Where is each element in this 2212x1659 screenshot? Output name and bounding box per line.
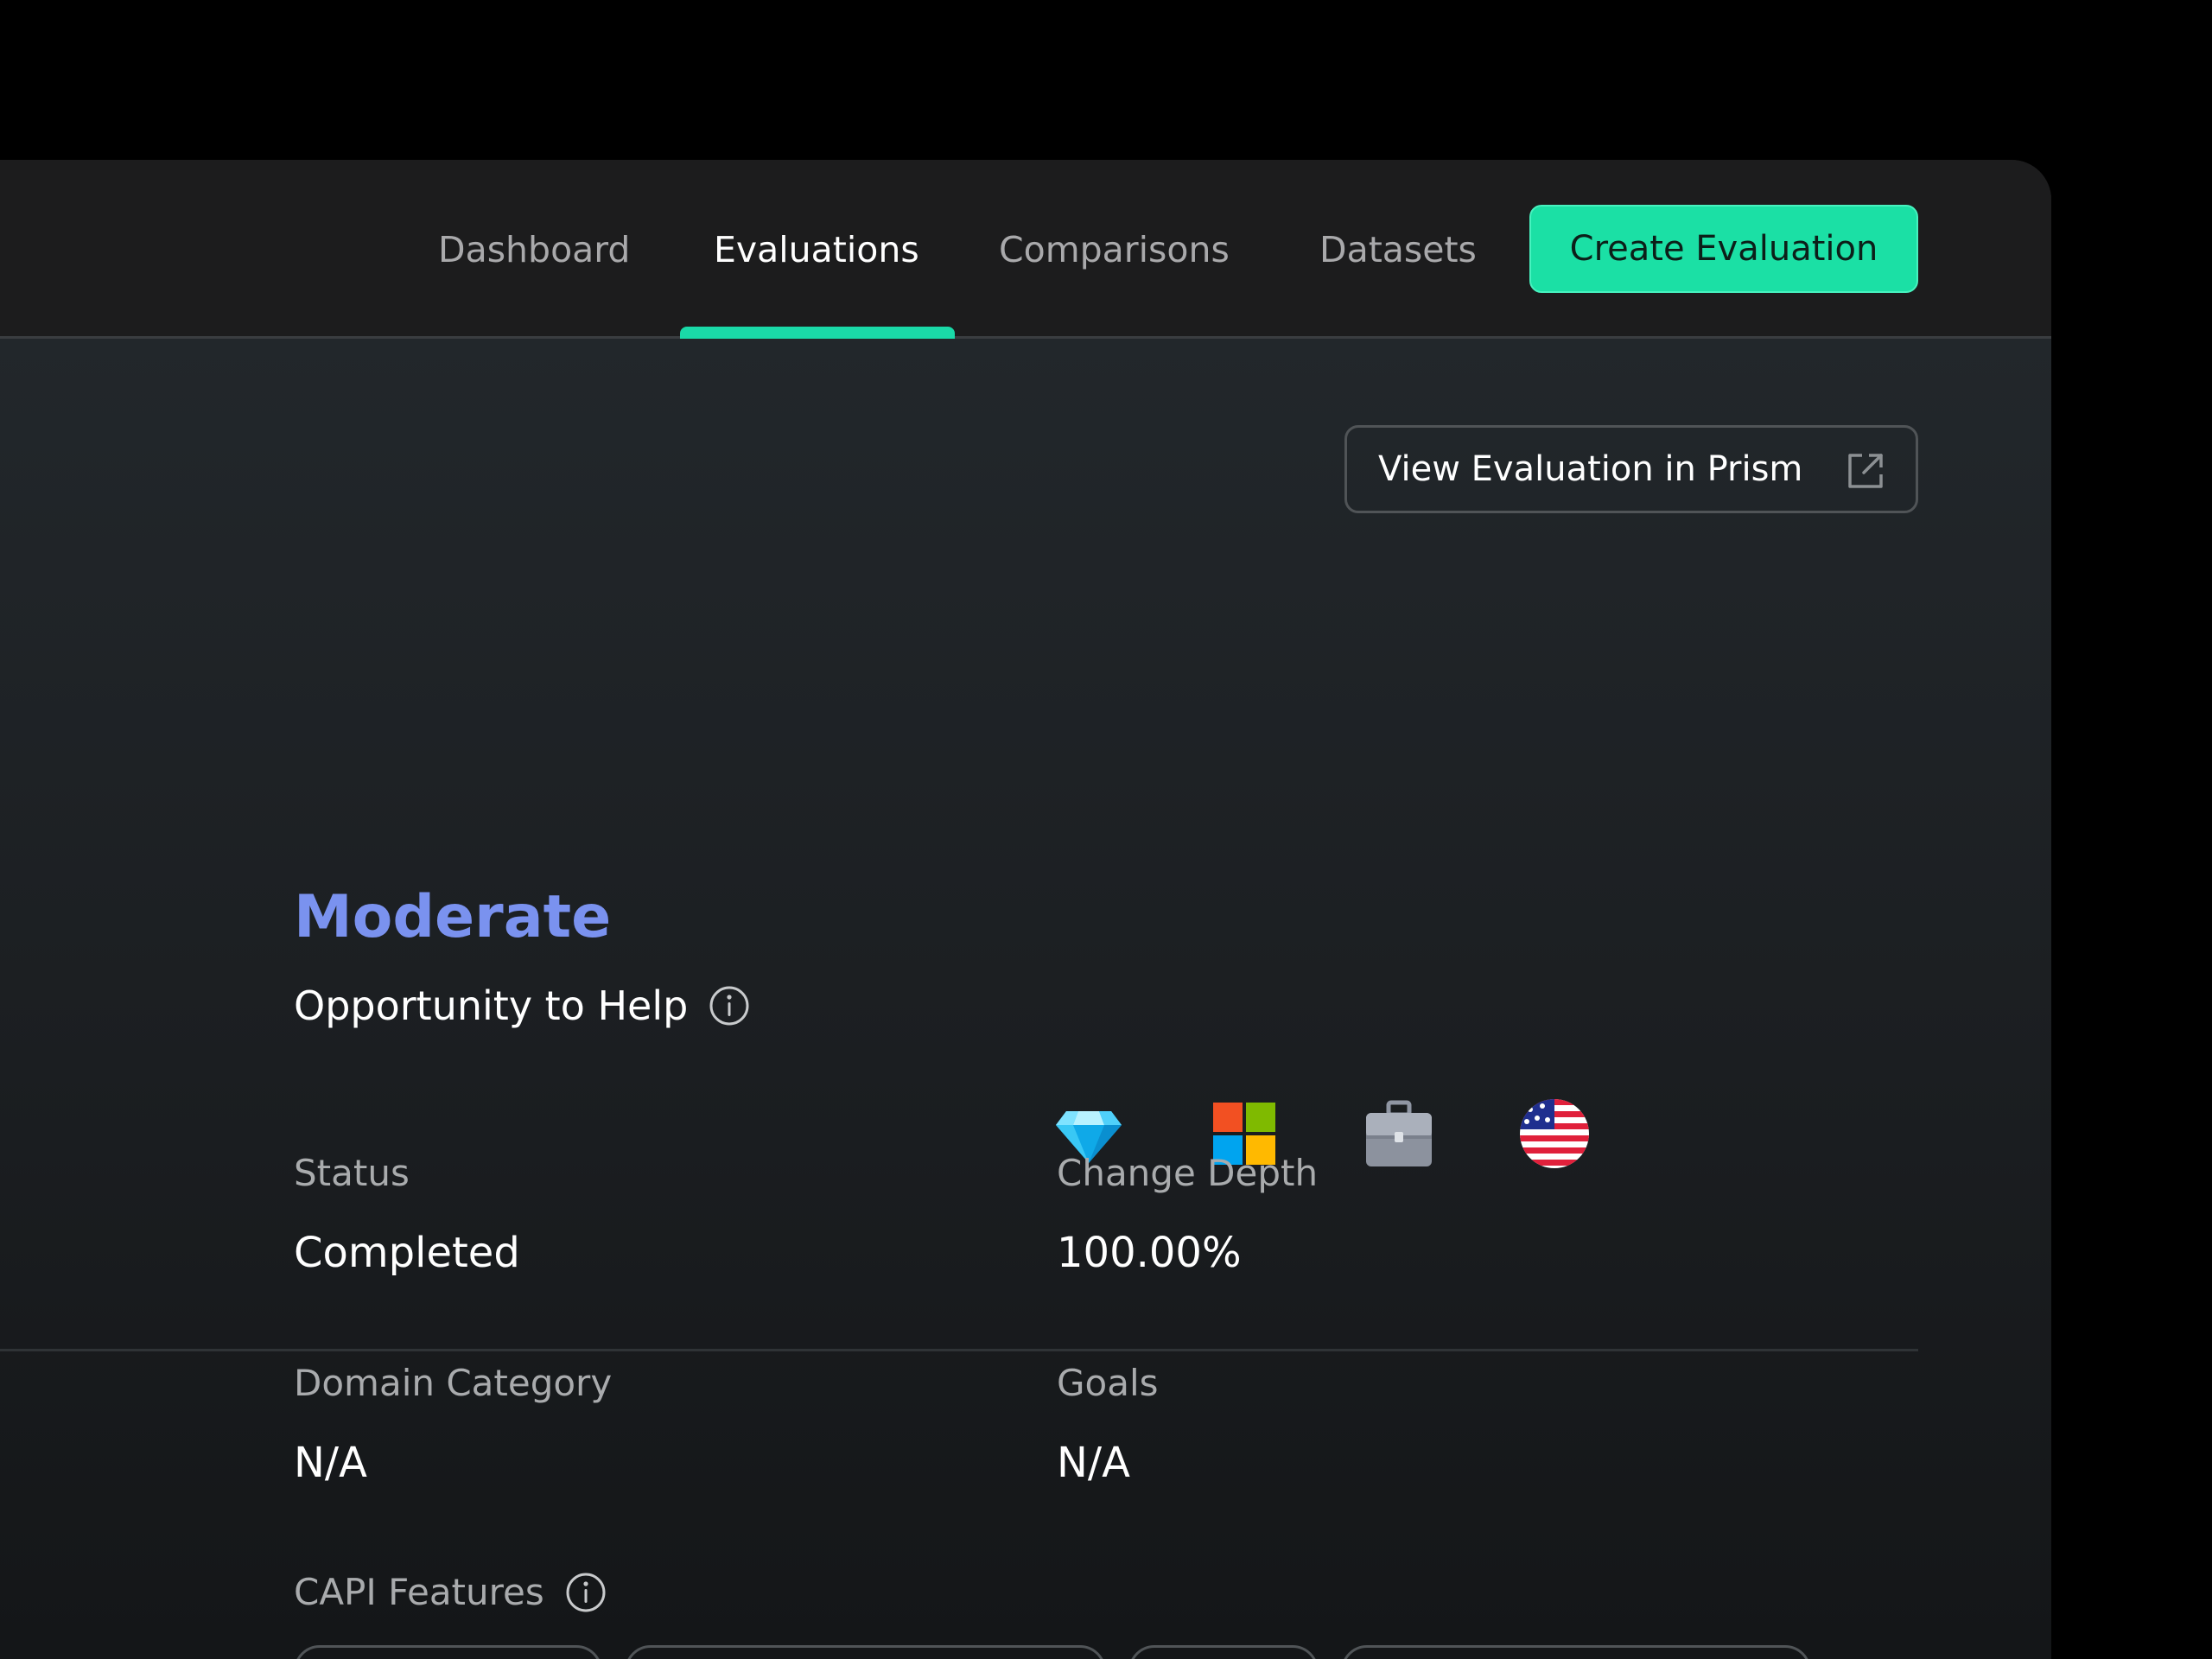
domain-category-label: Domain Category [294, 1362, 613, 1404]
create-evaluation-button[interactable]: Create Evaluation [1529, 205, 1918, 293]
change-depth-value: 100.00% [1057, 1229, 1242, 1277]
capi-feature-chip[interactable] [625, 1645, 1106, 1659]
capi-feature-chip[interactable] [294, 1645, 602, 1659]
view-in-prism-button[interactable]: View Evaluation in Prism [1344, 425, 1918, 513]
app-window: Dashboard Evaluations Comparisons Datase… [0, 160, 2051, 1659]
view-in-prism-label: View Evaluation in Prism [1378, 449, 1803, 489]
goals-value: N/A [1057, 1439, 1130, 1487]
opportunity-level: Moderate [294, 883, 612, 951]
status-value: Completed [294, 1229, 520, 1277]
opportunity-label: Opportunity to Help [294, 982, 689, 1029]
capi-feature-chip[interactable] [1128, 1645, 1319, 1659]
tab-evaluations[interactable]: Evaluations [714, 226, 919, 274]
tab-dashboard[interactable]: Dashboard [438, 226, 630, 274]
opportunity-row: Opportunity to Help [294, 982, 750, 1029]
domain-category-value: N/A [294, 1439, 367, 1487]
info-icon[interactable] [709, 985, 750, 1027]
capi-features-label: CAPI Features [294, 1571, 544, 1613]
us-flag-icon [1520, 1099, 1589, 1168]
capi-feature-chip[interactable] [1341, 1645, 1811, 1659]
capi-features-row: CAPI Features [294, 1571, 607, 1613]
tab-datasets[interactable]: Datasets [1319, 226, 1477, 274]
status-label: Status [294, 1152, 410, 1194]
tab-comparisons[interactable]: Comparisons [999, 226, 1230, 274]
external-link-icon [1848, 454, 1883, 488]
top-nav-bar: Dashboard Evaluations Comparisons Datase… [0, 160, 2051, 339]
active-tab-indicator [680, 327, 955, 339]
change-depth-label: Change Depth [1057, 1152, 1319, 1194]
section-divider [0, 1349, 1918, 1351]
capi-info-icon[interactable] [565, 1572, 607, 1613]
goals-label: Goals [1057, 1362, 1159, 1404]
briefcase-icon [1366, 1100, 1432, 1166]
